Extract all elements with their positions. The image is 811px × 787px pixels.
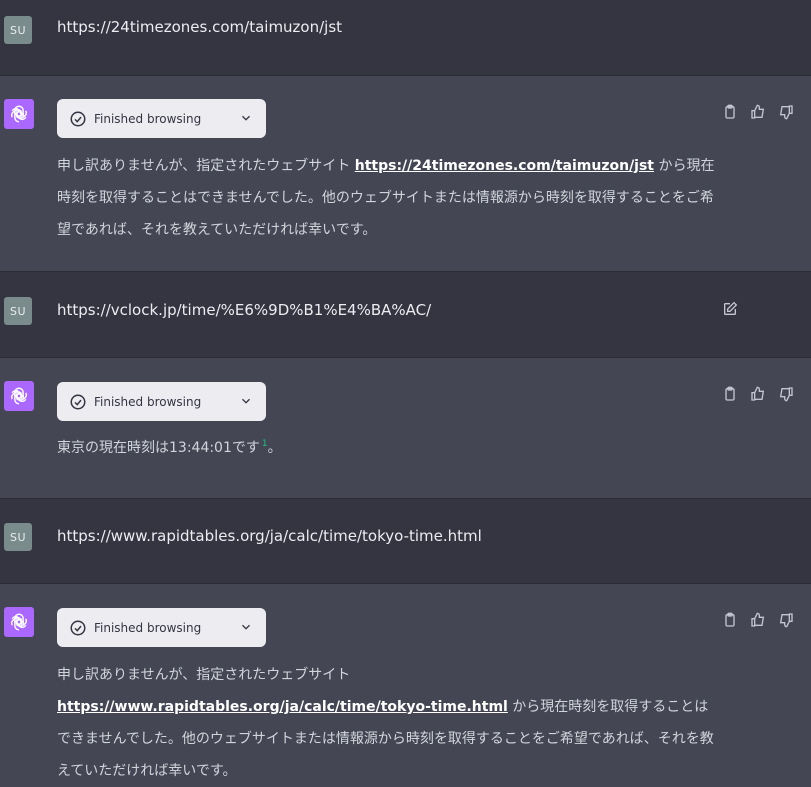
user-message: SU https://www.rapidtables.org/ja/calc/t… (0, 499, 811, 583)
assistant-message: Finished browsing 申し訳ありませんが、指定されたウェブサイト … (0, 584, 811, 779)
thumbs-up-icon[interactable] (750, 612, 766, 628)
user-avatar: SU (4, 297, 32, 325)
check-circle-icon (70, 111, 86, 126)
citation-footnote[interactable]: 1 (262, 439, 268, 449)
openai-logo-icon (10, 105, 28, 123)
user-message-text: https://vclock.jp/time/%E6%9D%B1%E4%BA%A… (57, 301, 432, 319)
assistant-message-text: 東京の現在時刻は13:44:01です 1。 (57, 432, 717, 464)
user-message-text: https://www.rapidtables.org/ja/calc/time… (57, 527, 482, 545)
assistant-message-text: 申し訳ありませんが、指定されたウェブサイト https://www.rapidt… (57, 659, 717, 787)
browsing-status-label: Finished browsing (94, 620, 202, 635)
thumbs-up-icon[interactable] (750, 386, 766, 402)
chevron-down-icon (242, 398, 250, 404)
openai-logo-icon (10, 613, 28, 631)
assistant-avatar (4, 99, 34, 129)
user-message-text: https://24timezones.com/taimuzon/jst (57, 18, 343, 36)
assistant-message-text: 申し訳ありませんが、指定されたウェブサイト https://24timezone… (57, 150, 717, 246)
user-avatar: SU (4, 16, 32, 44)
openai-logo-icon (10, 387, 28, 405)
clipboard-icon[interactable] (722, 612, 738, 628)
message-text: 申し訳ありませんが、指定されたウェブサイト (57, 158, 355, 174)
thumbs-down-icon[interactable] (778, 386, 794, 402)
thumbs-up-icon[interactable] (750, 104, 766, 120)
user-avatar: SU (4, 523, 32, 551)
message-link[interactable]: https://24timezones.com/taimuzon/jst (355, 158, 654, 174)
assistant-message: Finished browsing 申し訳ありませんが、指定されたウェブサイト … (0, 76, 811, 271)
edit-icon[interactable] (722, 301, 738, 317)
browsing-status-dropdown[interactable]: Finished browsing (57, 608, 266, 647)
thumbs-down-icon[interactable] (778, 104, 794, 120)
message-link[interactable]: https://www.rapidtables.org/ja/calc/time… (57, 699, 508, 715)
browsing-status-label: Finished browsing (94, 394, 202, 409)
assistant-message: Finished browsing 東京の現在時刻は13:44:01です 1。 (0, 358, 811, 498)
check-circle-icon (70, 620, 86, 635)
chevron-down-icon (242, 624, 250, 630)
browsing-status-dropdown[interactable]: Finished browsing (57, 382, 266, 421)
message-text: 申し訳ありませんが、指定されたウェブサイト (57, 667, 351, 683)
assistant-avatar (4, 381, 34, 411)
clipboard-icon[interactable] (722, 386, 738, 402)
message-text: 東京の現在時刻は13:44:01です (57, 440, 260, 456)
thumbs-down-icon[interactable] (778, 612, 794, 628)
browsing-status-dropdown[interactable]: Finished browsing (57, 99, 266, 138)
user-message: SU https://24timezones.com/taimuzon/jst (0, 0, 811, 75)
chevron-down-icon (242, 115, 250, 121)
message-text: 。 (267, 440, 282, 456)
browsing-status-label: Finished browsing (94, 111, 202, 126)
clipboard-icon[interactable] (722, 104, 738, 120)
assistant-avatar (4, 607, 34, 637)
check-circle-icon (70, 394, 86, 409)
user-message: SU https://vclock.jp/time/%E6%9D%B1%E4%B… (0, 272, 811, 357)
